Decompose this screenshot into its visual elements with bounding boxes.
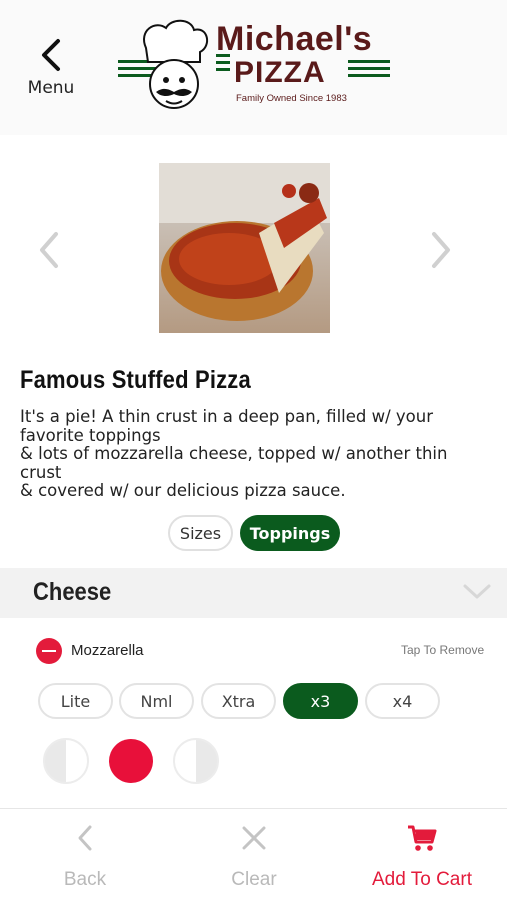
chevron-right-icon <box>432 232 450 268</box>
close-icon <box>242 826 266 850</box>
product-description: It's a pie! A thin crust in a deep pan, … <box>20 407 448 500</box>
carousel-prev-button[interactable] <box>36 230 62 274</box>
amount-lite-button[interactable]: Lite <box>38 683 113 719</box>
amount-nml-button[interactable]: Nml <box>119 683 194 719</box>
logo-tagline: Family Owned Since 1983 <box>236 93 347 104</box>
add-to-cart-button[interactable]: Add To Cart <box>352 823 492 891</box>
right-half-portion-button[interactable] <box>173 738 219 784</box>
product-photo <box>159 163 330 333</box>
back-button[interactable]: Back <box>15 823 155 891</box>
back-label: Back <box>63 869 107 890</box>
section-title: Cheese <box>33 578 112 606</box>
whole-portion-button[interactable] <box>109 739 153 783</box>
menu-label: Menu <box>27 78 75 98</box>
carousel-next-button[interactable] <box>428 230 454 274</box>
tab-sizes[interactable]: Sizes <box>168 515 233 551</box>
back-chevron-icon <box>42 39 60 71</box>
tab-toppings[interactable]: Toppings <box>240 515 340 551</box>
product-title: Famous Stuffed Pizza <box>20 366 251 394</box>
chevron-down-icon <box>463 584 491 599</box>
remove-topping-button[interactable] <box>36 638 62 664</box>
cheese-section-header[interactable]: Cheese <box>0 568 507 618</box>
menu-button[interactable]: Menu <box>20 38 82 108</box>
bottom-action-bar: Back Clear Add To Cart <box>0 809 507 900</box>
logo-title: Michael's <box>216 20 373 58</box>
shopping-cart-icon <box>408 825 437 851</box>
tap-to-remove-link[interactable]: Tap To Remove <box>401 643 484 657</box>
amount-x4-button[interactable]: x4 <box>365 683 440 719</box>
topping-name: Mozzarella <box>71 642 144 659</box>
amount-x3-button[interactable]: x3 <box>283 683 358 719</box>
chevron-left-icon <box>40 232 58 268</box>
amount-xtra-button[interactable]: Xtra <box>201 683 276 719</box>
left-half-portion-button[interactable] <box>43 738 89 784</box>
logo-subtitle: PIZZA <box>234 56 326 89</box>
stuffed-pizza-image <box>159 163 330 321</box>
app-header: Menu Michael's PIZZA Family Owned Since … <box>0 0 507 135</box>
add-to-cart-label: Add To Cart <box>372 869 472 890</box>
clear-button[interactable]: Clear <box>184 823 324 891</box>
back-chevron-icon <box>78 825 92 851</box>
michaels-pizza-logo: Michael's PIZZA Family Owned Since 1983 <box>116 18 391 113</box>
clear-label: Clear <box>231 869 277 890</box>
